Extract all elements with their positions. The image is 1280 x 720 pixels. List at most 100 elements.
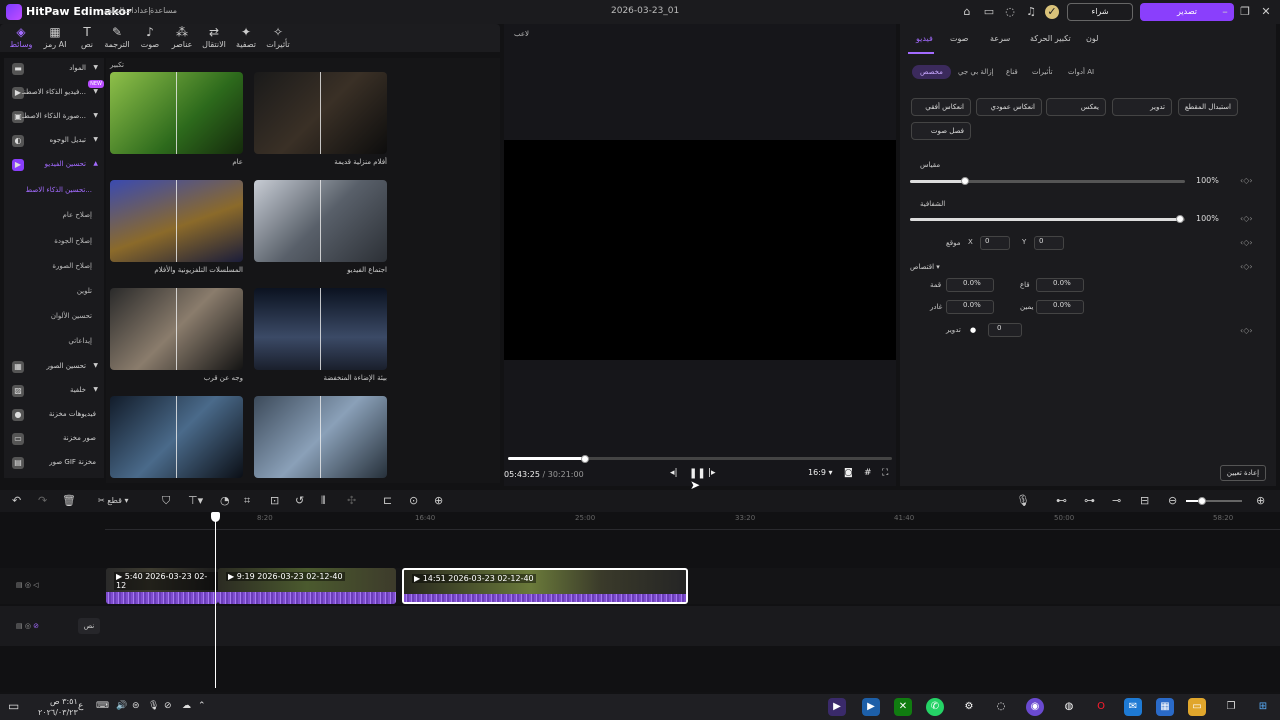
tab-effects[interactable]: ✧ تأثيرات xyxy=(261,26,295,52)
track-lock-icon[interactable]: ▤ ◎ ◁ xyxy=(16,581,39,589)
next-frame-icon[interactable]: |▸ xyxy=(708,468,716,478)
mic-tray-icon[interactable]: 🎙 xyxy=(148,701,159,711)
link-icon[interactable]: ⊷ xyxy=(1056,494,1067,507)
reverse-button[interactable]: يعكس xyxy=(1046,98,1106,116)
fit-timeline-icon[interactable]: ⊟ xyxy=(1140,494,1149,507)
nav-materials[interactable]: ▬ المواد ▼ xyxy=(4,58,104,80)
tab-elements[interactable]: ⁂ عناصر xyxy=(165,26,199,52)
maximize-icon[interactable]: ❐ xyxy=(1238,5,1252,19)
subtab-effects[interactable]: تأثيرات xyxy=(1032,68,1053,76)
layout-icon[interactable]: ▭ xyxy=(982,5,996,19)
sub-my-creations[interactable]: إيداعاتي xyxy=(4,337,92,345)
show-hidden-icons[interactable]: ⌃ xyxy=(198,701,206,711)
preset-thumb-tablet[interactable] xyxy=(254,396,387,478)
wifi-icon[interactable]: ⊜ xyxy=(132,701,140,711)
zoom-slider-handle[interactable] xyxy=(1198,497,1206,505)
preset-thumb-low-light[interactable] xyxy=(254,288,387,370)
tab-media[interactable]: ◈ وسائط xyxy=(4,26,38,52)
prev-frame-icon[interactable]: ◂| xyxy=(670,468,678,478)
tab-color[interactable]: لون xyxy=(1086,34,1098,43)
tab-audio[interactable]: صوت xyxy=(950,34,968,43)
zoom-in-icon[interactable]: ⊕ xyxy=(1256,494,1265,507)
subtab-custom[interactable]: مخصص xyxy=(912,65,951,79)
opacity-slider-handle[interactable] xyxy=(1176,215,1184,223)
position-x-field[interactable]: 0 xyxy=(980,236,1010,250)
timeline-clip[interactable]: ▶ 5:40 2026-03-23 02-12 xyxy=(106,568,218,604)
subtab-remove-bg[interactable]: إزالة بي جي xyxy=(958,68,994,76)
split-audio-icon[interactable]: ⊶ xyxy=(1084,494,1095,507)
keyframe-icon[interactable]: ‹◇› xyxy=(1240,238,1253,247)
mirror-icon[interactable]: ⫴ xyxy=(321,494,326,508)
marker-icon[interactable]: ⛉ xyxy=(162,494,170,508)
crop-icon[interactable]: ⌗ xyxy=(244,494,250,508)
preset-thumb-video-meeting[interactable] xyxy=(254,180,387,262)
scale-slider-handle[interactable] xyxy=(961,177,969,185)
keyboard-icon[interactable]: ⌨ xyxy=(96,701,109,711)
preset-thumb-surveillance[interactable] xyxy=(110,396,243,478)
time-ruler[interactable]: 8:20 16:40 25:00 33:20 41:40 50:00 58:20 xyxy=(105,512,1280,530)
crop-right-field[interactable]: 0.0% xyxy=(1036,300,1084,314)
settings-icon[interactable]: ⚙ xyxy=(960,698,978,716)
position-y-field[interactable]: 0 xyxy=(1034,236,1064,250)
tab-audio[interactable]: ♪ صوت xyxy=(133,26,167,52)
feedback-icon[interactable]: ◌ xyxy=(1003,5,1017,19)
nav-stock-images[interactable]: ▭ صور مخزنة xyxy=(4,428,104,450)
close-icon[interactable]: ✕ xyxy=(1259,5,1273,19)
video-preview[interactable] xyxy=(504,140,896,360)
tab-speed[interactable]: سرعة xyxy=(990,34,1010,43)
crop-label[interactable]: اقتصاص ▾ xyxy=(910,263,940,271)
reset-button[interactable]: إعادة تعيين xyxy=(1220,465,1266,481)
group-icon[interactable]: ⊏ xyxy=(383,494,392,507)
file-explorer-icon[interactable]: ▭ xyxy=(1188,698,1206,716)
minimize-icon[interactable]: – xyxy=(1218,5,1232,19)
speed-icon[interactable]: ◔ xyxy=(220,494,230,507)
notification-icon[interactable]: ♫ xyxy=(1024,5,1038,19)
sub-general-repair[interactable]: إصلاح عام xyxy=(4,211,92,219)
avatar-icon[interactable]: ✓ xyxy=(1045,5,1059,19)
opera-icon[interactable]: O xyxy=(1092,698,1110,716)
nav-photo-enhance[interactable]: ▦ تحسين الصور ▼ xyxy=(4,356,104,378)
grid-icon[interactable]: # xyxy=(864,468,872,478)
tab-video[interactable]: فيديو xyxy=(916,34,933,43)
nav-face-swap[interactable]: ◐ تبديل الوجوه ▼ xyxy=(4,130,104,152)
undo-icon[interactable]: ↶ xyxy=(12,494,21,507)
menu-help[interactable]: مساعدة xyxy=(150,6,177,15)
recorder-icon[interactable]: ◍ xyxy=(1060,698,1078,716)
nav-stock-gif[interactable]: ▤ صور GIF مخزنة xyxy=(4,452,104,474)
start-icon[interactable]: ⊞ xyxy=(1254,698,1272,716)
preset-thumb-general[interactable] xyxy=(110,72,243,154)
freeze-icon[interactable]: ⊡ xyxy=(270,494,279,507)
fullscreen-icon[interactable]: ⛶ xyxy=(882,468,888,478)
playhead-handle[interactable] xyxy=(211,512,220,522)
media-player-icon[interactable]: ▶ xyxy=(862,698,880,716)
mail-icon[interactable]: ✉ xyxy=(1124,698,1142,716)
clipchamp-icon[interactable]: ◌ xyxy=(992,698,1010,716)
nav-background[interactable]: ▨ خلفية ▼ xyxy=(4,380,104,402)
replace-clip-button[interactable]: استبدال المقطع xyxy=(1178,98,1238,116)
store-icon[interactable]: ▦ xyxy=(1156,698,1174,716)
preset-thumb-tv-movies[interactable] xyxy=(110,180,243,262)
crop-left-field[interactable]: 0.0% xyxy=(946,300,994,314)
subtab-mask[interactable]: قناع xyxy=(1006,68,1018,76)
sub-color-enhance[interactable]: تحسين الألوان xyxy=(4,312,92,320)
opacity-value[interactable]: 100% xyxy=(1196,214,1219,223)
progress-handle[interactable] xyxy=(581,455,589,463)
onedrive-icon[interactable]: ☁ xyxy=(182,701,191,711)
keyframe-icon[interactable]: ‹◇› xyxy=(1240,326,1253,335)
text-track[interactable] xyxy=(0,606,1280,646)
rotate-button[interactable]: تدوير xyxy=(1112,98,1172,116)
tab-transition[interactable]: ⇄ الانتقال xyxy=(197,26,231,52)
sub-ai-enhance[interactable]: تحسين الذكاء الاصط... xyxy=(4,186,92,194)
sub-quality-repair[interactable]: إصلاح الجودة xyxy=(4,237,92,245)
rotation-dial-icon[interactable]: ● xyxy=(970,326,976,334)
zoom-fit-icon[interactable]: ⊕ xyxy=(434,494,443,507)
whatsapp-icon[interactable]: ✆ xyxy=(926,698,944,716)
tab-subtitles[interactable]: ✎ الترجمة xyxy=(100,26,134,52)
volume-icon[interactable]: 🔊 xyxy=(116,701,127,711)
snap-icon[interactable]: ✣ xyxy=(347,494,356,507)
system-clock[interactable]: ٣:٥١ ص ٢٠٢٦/٠٣/٢٣ xyxy=(38,696,78,718)
aspect-ratio-select[interactable]: 16:9 ▾ xyxy=(808,468,833,477)
preset-thumb-close-up-face[interactable] xyxy=(110,288,243,370)
crop-bottom-field[interactable]: 0.0% xyxy=(1036,278,1084,292)
subtab-ai-tools[interactable]: أدوات AI xyxy=(1068,68,1094,76)
